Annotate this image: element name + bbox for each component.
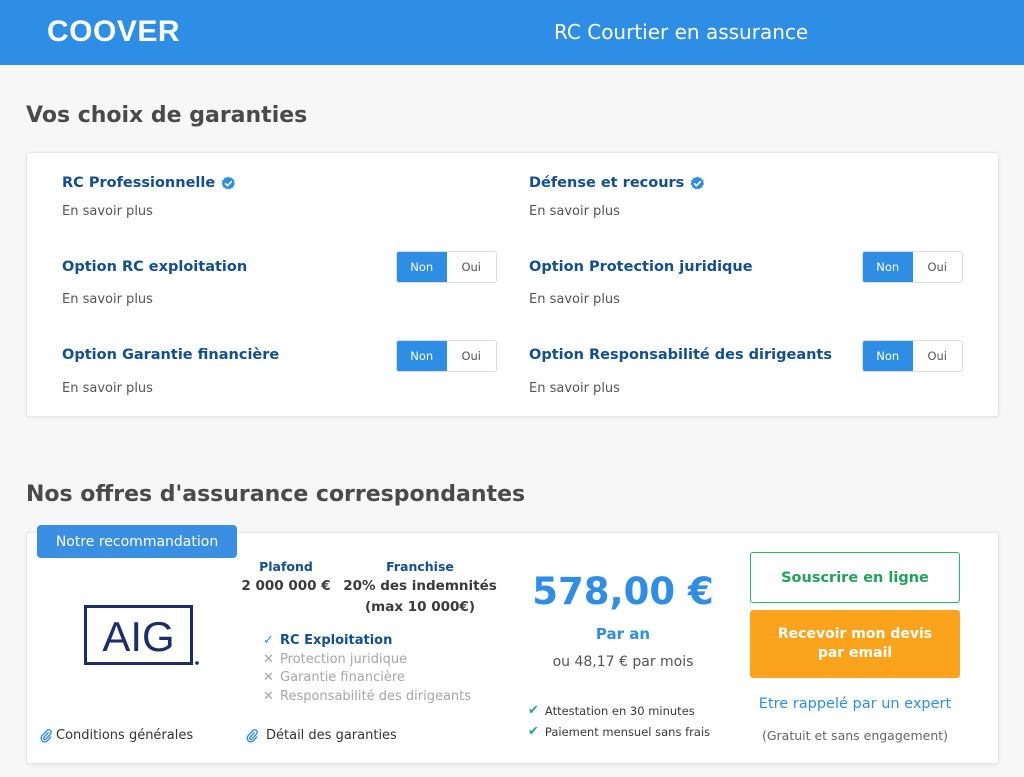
toggle-non[interactable]: Non <box>397 252 447 282</box>
cross-icon: ✕ <box>263 670 274 685</box>
aig-logo: AIG <box>84 605 199 665</box>
price-period: Par an <box>595 625 651 643</box>
check-icon: ✓ <box>263 633 274 648</box>
garanties-section-title: Vos choix de garanties <box>26 103 308 128</box>
learn-more-link[interactable]: En savoir plus <box>62 381 153 396</box>
quote-button-line1: Recevoir mon devis <box>777 626 933 642</box>
option-protection-juridique: Option Protection juridique <box>529 259 753 275</box>
conditions-generales-label: Conditions générales <box>56 728 194 743</box>
learn-more-link[interactable]: En savoir plus <box>529 204 620 219</box>
check-icon: ✔ <box>528 724 539 739</box>
coverage-label: RC Exploitation <box>280 633 393 648</box>
verified-check-icon <box>690 176 705 189</box>
coverage-item: ✕ Garantie financière <box>262 670 405 685</box>
coverage-label: Garantie financière <box>280 670 405 685</box>
quote-button-line2: par email <box>817 645 893 661</box>
recommendation-badge: Notre recommandation <box>37 525 237 558</box>
coverage-item: ✕ Protection juridique <box>262 652 407 667</box>
annual-price: 578,00 € <box>532 570 714 613</box>
plafond-value: 2 000 000 € <box>241 578 331 594</box>
learn-more-link[interactable]: En savoir plus <box>62 292 153 307</box>
garantie-rc-professionnelle: RC Professionnelle <box>62 175 236 191</box>
subscribe-online-button[interactable]: Souscrire en ligne <box>750 552 960 603</box>
franchise-value-line2: (max 10 000€) <box>365 599 475 615</box>
top-header: COOVER RC Courtier en assurance <box>0 0 1024 65</box>
monthly-price: ou 48,17 € par mois <box>552 654 694 670</box>
callback-note: (Gratuit et sans engagement) <box>761 728 949 743</box>
learn-more-link[interactable]: En savoir plus <box>62 204 153 219</box>
franchise-label: Franchise <box>386 559 454 574</box>
feature-item: ✔ Attestation en 30 minutes <box>528 703 695 718</box>
coverage-label: Responsabilité des dirigeants <box>280 689 472 704</box>
garantie-label: Option Protection juridique <box>529 259 753 275</box>
garantie-label: RC Professionnelle <box>62 175 216 191</box>
coverage-item: ✓ RC Exploitation <box>262 633 392 648</box>
header-title: RC Courtier en assurance <box>554 20 809 44</box>
receive-quote-email-button[interactable]: Recevoir mon devis par email <box>750 610 960 678</box>
learn-more-link[interactable]: En savoir plus <box>529 381 620 396</box>
paperclip-icon <box>40 728 52 743</box>
toggle-oui[interactable]: Oui <box>446 252 496 282</box>
conditions-generales-link[interactable]: Conditions générales <box>40 728 193 743</box>
feature-item: ✔ Paiement mensuel sans frais <box>528 724 710 739</box>
cross-icon: ✕ <box>263 689 274 704</box>
protection-juridique-toggle[interactable]: Non Oui <box>862 251 963 283</box>
toggle-non[interactable]: Non <box>863 341 913 371</box>
cross-icon: ✕ <box>263 652 274 667</box>
toggle-oui[interactable]: Oui <box>912 341 962 371</box>
check-icon: ✔ <box>528 703 539 718</box>
toggle-non[interactable]: Non <box>863 252 913 282</box>
coverage-item: ✕ Responsabilité des dirigeants <box>262 689 471 704</box>
toggle-non[interactable]: Non <box>397 341 447 371</box>
rc-exploitation-toggle[interactable]: Non Oui <box>396 251 497 283</box>
toggle-oui[interactable]: Oui <box>912 252 962 282</box>
detail-garanties-link[interactable]: Détail des garanties <box>246 728 397 743</box>
option-responsabilite-dirigeants: Option Responsabilité des dirigeants <box>529 347 832 363</box>
coover-logo[interactable]: COOVER <box>47 15 180 49</box>
aig-logo-text: AIG <box>102 613 174 660</box>
garantie-label: Option Responsabilité des dirigeants <box>529 347 832 363</box>
option-rc-exploitation: Option RC exploitation <box>62 259 247 275</box>
garanties-card: RC Professionnelle En savoir plus Défens… <box>26 152 999 417</box>
option-garantie-financiere: Option Garantie financière <box>62 347 279 363</box>
feature-label: Paiement mensuel sans frais <box>544 724 711 739</box>
plafond-label: Plafond <box>259 559 313 574</box>
franchise-value-line1: 20% des indemnités <box>343 578 497 594</box>
coverage-label: Protection juridique <box>280 652 408 667</box>
garantie-financiere-toggle[interactable]: Non Oui <box>396 340 497 372</box>
callback-expert-link[interactable]: Etre rappelé par un expert <box>750 696 960 712</box>
offers-section-title: Nos offres d'assurance correspondantes <box>26 482 526 507</box>
garantie-label: Défense et recours <box>529 175 685 191</box>
feature-label: Attestation en 30 minutes <box>544 703 695 718</box>
paperclip-icon <box>246 728 258 743</box>
garantie-defense-recours: Défense et recours <box>529 175 705 191</box>
detail-garanties-label: Détail des garanties <box>266 728 397 743</box>
responsabilite-dirigeants-toggle[interactable]: Non Oui <box>862 340 963 372</box>
garantie-label: Option Garantie financière <box>62 347 280 363</box>
verified-check-icon <box>221 176 236 189</box>
toggle-oui[interactable]: Oui <box>446 341 496 371</box>
learn-more-link[interactable]: En savoir plus <box>529 292 620 307</box>
garantie-label: Option RC exploitation <box>62 259 248 275</box>
